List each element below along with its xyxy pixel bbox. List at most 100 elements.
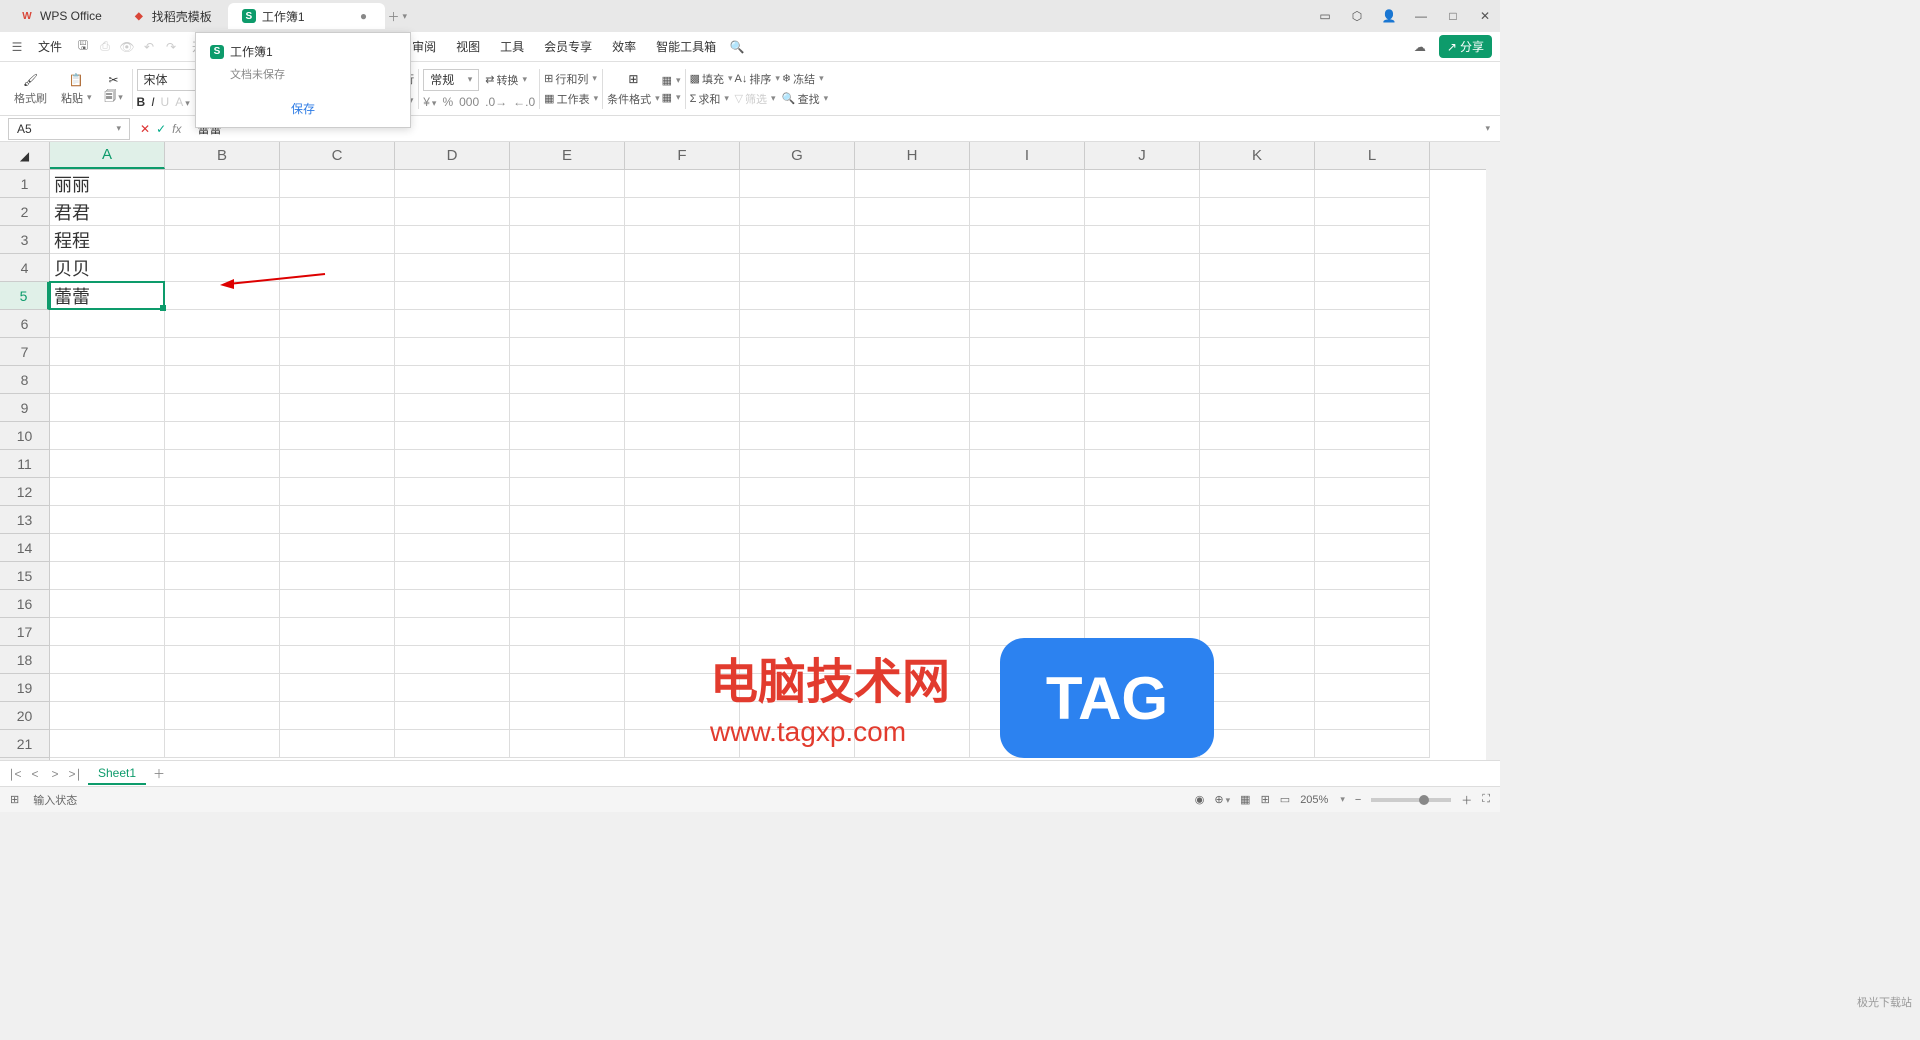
cell[interactable]	[1315, 646, 1430, 674]
bold-button[interactable]: B	[137, 95, 146, 109]
redo-icon[interactable]: ↷	[162, 38, 180, 56]
cell[interactable]	[970, 534, 1085, 562]
cell[interactable]	[1200, 422, 1315, 450]
cell[interactable]	[740, 394, 855, 422]
cell[interactable]	[50, 702, 165, 730]
cell[interactable]	[1085, 282, 1200, 310]
cell[interactable]	[1200, 590, 1315, 618]
cell[interactable]	[855, 646, 970, 674]
cell-grid[interactable]: 丽丽 君君 程程 贝贝 蕾蕾	[50, 170, 1486, 760]
cell[interactable]	[740, 646, 855, 674]
cell[interactable]	[510, 170, 625, 198]
cell[interactable]	[1200, 226, 1315, 254]
col-header-I[interactable]: I	[970, 142, 1085, 169]
col-header-D[interactable]: D	[395, 142, 510, 169]
cancel-edit-icon[interactable]: ✕	[140, 122, 150, 136]
cell[interactable]	[510, 730, 625, 758]
row-header[interactable]: 16	[0, 590, 49, 618]
cell[interactable]	[1085, 254, 1200, 282]
menu-member[interactable]: 会员专享	[536, 34, 600, 59]
cell[interactable]	[855, 198, 970, 226]
table-icon[interactable]: ▦▾	[662, 91, 681, 104]
cell[interactable]	[1315, 422, 1430, 450]
cell[interactable]	[1085, 338, 1200, 366]
cell[interactable]	[1085, 590, 1200, 618]
hamburger-icon[interactable]: ☰	[8, 38, 26, 56]
cell[interactable]	[970, 394, 1085, 422]
cell[interactable]	[50, 562, 165, 590]
cell-A2[interactable]: 君君	[50, 198, 165, 226]
cell[interactable]	[280, 198, 395, 226]
cell[interactable]	[1085, 534, 1200, 562]
cell[interactable]	[165, 226, 280, 254]
cell[interactable]	[280, 366, 395, 394]
cell[interactable]	[50, 366, 165, 394]
cell[interactable]	[970, 730, 1085, 758]
cell[interactable]	[280, 730, 395, 758]
cell[interactable]	[395, 450, 510, 478]
cell[interactable]	[395, 478, 510, 506]
cell[interactable]	[395, 506, 510, 534]
cell[interactable]	[1315, 562, 1430, 590]
cell[interactable]	[1085, 478, 1200, 506]
cell[interactable]	[50, 506, 165, 534]
cell[interactable]	[740, 366, 855, 394]
cell[interactable]	[280, 394, 395, 422]
cell[interactable]	[280, 478, 395, 506]
col-header-B[interactable]: B	[165, 142, 280, 169]
comma-icon[interactable]: 000	[459, 95, 479, 109]
col-header-L[interactable]: L	[1315, 142, 1430, 169]
cell[interactable]	[740, 422, 855, 450]
cell[interactable]	[510, 310, 625, 338]
cell[interactable]	[740, 590, 855, 618]
cell[interactable]	[510, 646, 625, 674]
cell[interactable]	[855, 534, 970, 562]
cell[interactable]	[970, 618, 1085, 646]
cell[interactable]	[165, 618, 280, 646]
cell[interactable]	[855, 254, 970, 282]
cell[interactable]	[970, 478, 1085, 506]
cell[interactable]	[280, 702, 395, 730]
cell[interactable]	[625, 394, 740, 422]
cell[interactable]	[165, 198, 280, 226]
cell[interactable]	[165, 702, 280, 730]
cell[interactable]	[625, 226, 740, 254]
cond-fmt-icon[interactable]: ⊞	[625, 71, 641, 87]
minimize-button[interactable]: —	[1412, 7, 1430, 25]
cell[interactable]	[855, 338, 970, 366]
find-button[interactable]: 🔍查找▾	[782, 91, 828, 107]
filter-button[interactable]: ▽筛选▾	[735, 91, 780, 107]
eye-icon[interactable]: ◉	[1195, 793, 1205, 806]
cell[interactable]	[740, 450, 855, 478]
cell[interactable]	[1085, 422, 1200, 450]
cell[interactable]	[740, 478, 855, 506]
cell[interactable]	[165, 170, 280, 198]
cell[interactable]	[855, 562, 970, 590]
row-header[interactable]: 20	[0, 702, 49, 730]
cell[interactable]	[1315, 534, 1430, 562]
cell[interactable]	[1315, 254, 1430, 282]
cell[interactable]	[510, 562, 625, 590]
sheet-nav-last-icon[interactable]: >∣	[68, 767, 82, 781]
cell[interactable]	[1315, 506, 1430, 534]
cell[interactable]	[280, 590, 395, 618]
view-normal-icon[interactable]: ▦	[1240, 793, 1250, 806]
cell[interactable]	[970, 254, 1085, 282]
cell[interactable]	[280, 422, 395, 450]
cell[interactable]	[625, 646, 740, 674]
fullscreen-icon[interactable]: ⛶	[1482, 793, 1490, 806]
tab-menu-icon[interactable]: ▾	[403, 11, 408, 22]
cell[interactable]	[970, 590, 1085, 618]
cell[interactable]	[280, 618, 395, 646]
cell[interactable]	[395, 674, 510, 702]
cell[interactable]	[625, 170, 740, 198]
undo-icon[interactable]: ↶	[140, 38, 158, 56]
cell[interactable]	[280, 450, 395, 478]
cell[interactable]	[1085, 394, 1200, 422]
cell[interactable]	[510, 702, 625, 730]
cell[interactable]	[740, 282, 855, 310]
cell[interactable]	[165, 422, 280, 450]
cell[interactable]	[740, 226, 855, 254]
format-painter-icon[interactable]: 🖌	[23, 72, 39, 88]
cell[interactable]	[165, 282, 280, 310]
